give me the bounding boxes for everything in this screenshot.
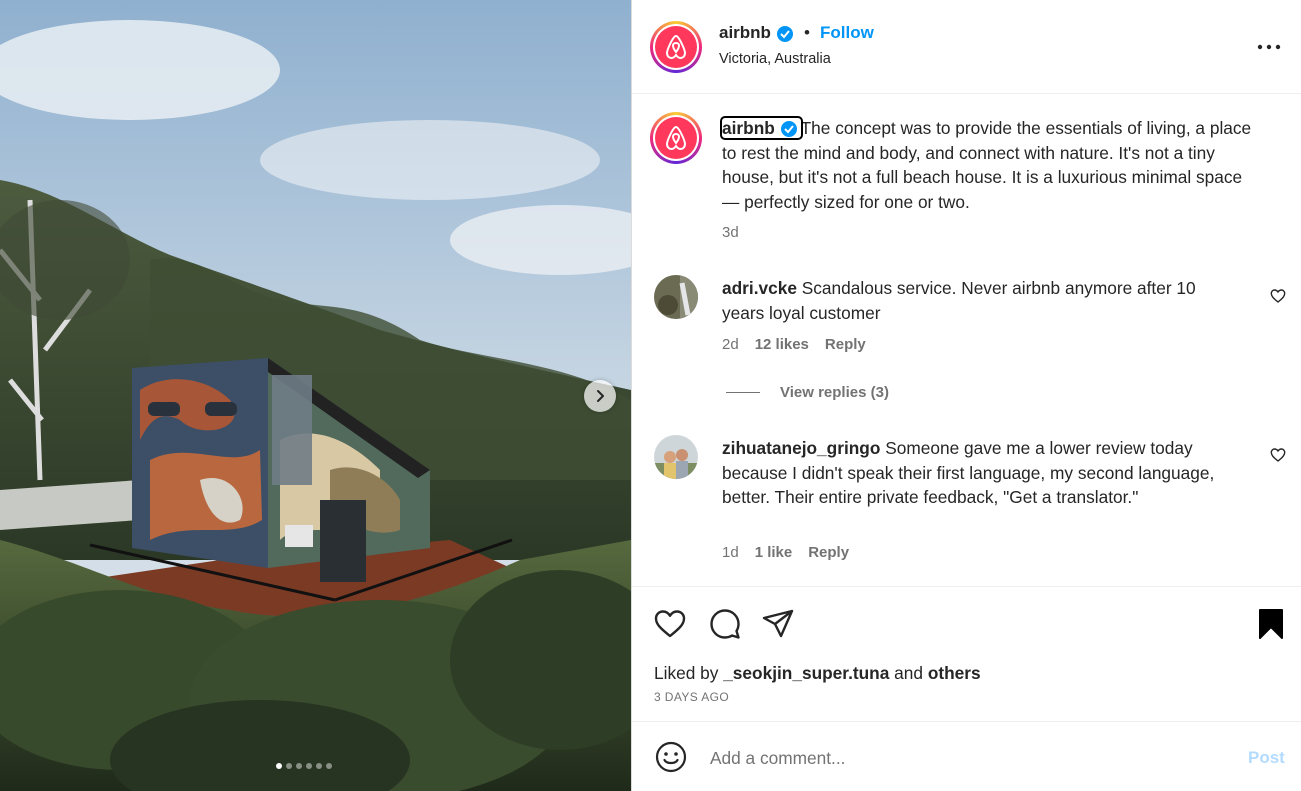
- carousel-dot: [276, 763, 282, 769]
- comment-timestamp[interactable]: 2d: [722, 336, 739, 353]
- view-replies-label[interactable]: View replies (3): [780, 384, 889, 401]
- separator-dot: •: [804, 23, 810, 42]
- share-icon[interactable]: [761, 607, 795, 641]
- chevron-right-icon: [597, 390, 604, 402]
- comment-item: adri.vcke Scandalous service. Never airb…: [722, 276, 1242, 325]
- post-comment-button[interactable]: Post: [1248, 748, 1285, 768]
- comment-composer: Post: [632, 721, 1301, 791]
- author-username[interactable]: airbnb: [719, 23, 794, 43]
- carousel-dot: [326, 763, 332, 769]
- carousel-indicator: [276, 763, 332, 769]
- reply-button[interactable]: Reply: [808, 544, 849, 561]
- comment-meta: 1d 1 like Reply: [722, 544, 849, 561]
- caption-username[interactable]: airbnb: [720, 116, 803, 140]
- post-location[interactable]: Victoria, Australia: [719, 51, 831, 67]
- likes-summary: Liked by _seokjin_super.tuna and others: [654, 663, 981, 684]
- comment-like-heart-icon[interactable]: [1270, 447, 1286, 463]
- avatar-photo: [654, 435, 698, 479]
- heart-icon[interactable]: [653, 607, 687, 641]
- post-actions: Liked by _seokjin_super.tuna and others …: [632, 586, 1301, 721]
- cabin-photo: [0, 0, 631, 791]
- author-username-text[interactable]: airbnb: [719, 23, 771, 42]
- comment-timestamp[interactable]: 1d: [722, 544, 739, 561]
- liked-by-and: and: [894, 663, 923, 683]
- follow-button[interactable]: Follow: [820, 23, 874, 43]
- comment-icon[interactable]: [708, 607, 742, 641]
- avatar-photo: [654, 275, 698, 319]
- reply-button[interactable]: Reply: [825, 336, 866, 353]
- replies-divider: [726, 392, 760, 393]
- verified-badge-icon: [780, 121, 797, 138]
- post-header: airbnb • Follow Victoria, Australia: [632, 0, 1301, 94]
- post-details-panel: airbnb • Follow Victoria, Australia airb…: [631, 0, 1301, 791]
- view-replies-button[interactable]: View replies (3): [726, 384, 889, 401]
- commenter-avatar[interactable]: [654, 435, 698, 479]
- airbnb-logo-icon: [665, 125, 687, 151]
- verified-badge-icon: [776, 25, 793, 42]
- airbnb-logo-icon: [665, 34, 687, 60]
- comment-like-heart-icon[interactable]: [1270, 288, 1286, 304]
- post-caption: airbnb The concept was to provide the es…: [720, 116, 1262, 214]
- comment-username[interactable]: adri.vcke: [722, 278, 797, 298]
- comment-meta: 2d 12 likes Reply: [722, 336, 866, 353]
- liked-by-prefix: Liked by: [654, 663, 719, 683]
- comment-likes-count[interactable]: 12 likes: [755, 336, 809, 353]
- comment-likes-count[interactable]: 1 like: [755, 544, 793, 561]
- bookmark-icon[interactable]: [1254, 607, 1288, 641]
- comment-input[interactable]: [708, 742, 1232, 774]
- comment-username[interactable]: zihuatanejo_gringo: [722, 438, 880, 458]
- caption-text: The concept was to provide the essential…: [722, 118, 1252, 212]
- instagram-post-view: airbnb • Follow Victoria, Australia airb…: [0, 0, 1301, 791]
- commenter-avatar[interactable]: [654, 275, 698, 319]
- caption-author-avatar[interactable]: [650, 112, 702, 164]
- post-date[interactable]: 3 DAYS AGO: [654, 690, 729, 704]
- next-slide-button[interactable]: [584, 380, 616, 412]
- caption-timestamp[interactable]: 3d: [722, 224, 739, 241]
- emoji-icon[interactable]: [654, 740, 688, 774]
- more-options-icon[interactable]: [1256, 40, 1282, 54]
- liked-by-others[interactable]: others: [928, 663, 981, 683]
- carousel-dot: [306, 763, 312, 769]
- carousel-dot: [296, 763, 302, 769]
- post-image[interactable]: [0, 0, 631, 791]
- caption-username-text[interactable]: airbnb: [722, 118, 775, 138]
- liked-by-user[interactable]: _seokjin_super.tuna: [723, 663, 889, 683]
- comment-item: zihuatanejo_gringo Someone gave me a low…: [722, 436, 1242, 510]
- carousel-dot: [286, 763, 292, 769]
- carousel-dot: [316, 763, 322, 769]
- author-avatar[interactable]: [650, 21, 702, 73]
